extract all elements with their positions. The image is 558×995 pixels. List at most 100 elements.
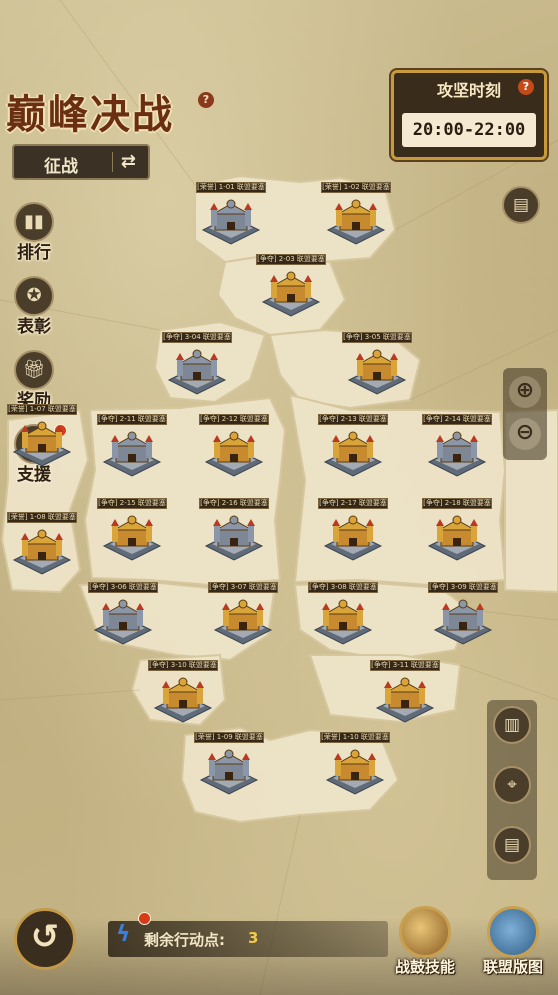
lightning-icon: ϟ: [116, 922, 131, 947]
territory-icon: [487, 906, 539, 958]
fortress-tag: [争夺] 3-05 联盟要塞: [342, 332, 412, 343]
fortress-tag: [争夺] 2-11 联盟要塞: [97, 414, 167, 425]
drum-icon: [399, 906, 451, 958]
fortress-icon: [326, 199, 386, 245]
fortress-icon: [325, 749, 385, 795]
mode-label: 征战: [44, 157, 78, 177]
siege-time-help-icon[interactable]: ?: [518, 79, 534, 95]
map-icon[interactable]: ▥: [493, 706, 531, 744]
fortress-tag: [争夺] 3-09 联盟要塞: [428, 582, 498, 593]
fortress-building[interactable]: [争夺] 3-05 联盟要塞: [340, 332, 414, 410]
fortress-tag: [荣誉] 1-10 联盟要塞: [320, 732, 390, 743]
fortress-building[interactable]: [争夺] 3-06 联盟要塞: [86, 582, 160, 660]
fortress-icon: [12, 421, 72, 467]
action-points-value: 3: [248, 929, 259, 947]
ranking-button[interactable]: ▮▮ 排行: [4, 202, 64, 272]
page-title: 巅峰决战: [6, 91, 174, 138]
honor-button[interactable]: ✪ 表彰: [4, 276, 64, 346]
fortress-building[interactable]: [荣誉] 1-08 联盟要塞: [5, 512, 79, 590]
fortress-building[interactable]: [争夺] 2-16 联盟要塞: [197, 498, 271, 576]
fortress-tag: [争夺] 2-03 联盟要塞: [256, 254, 326, 265]
notice-icon[interactable]: ▤: [502, 186, 540, 224]
fortress-tag: [争夺] 2-14 联盟要塞: [422, 414, 492, 425]
fortress-icon: [204, 431, 264, 477]
fortress-tag: [争夺] 2-12 联盟要塞: [199, 414, 269, 425]
fortress-building[interactable]: [争夺] 3-07 联盟要塞: [206, 582, 280, 660]
fortress-icon: [347, 349, 407, 395]
fortress-building[interactable]: [争夺] 2-12 联盟要塞: [197, 414, 271, 492]
fortress-icon: [93, 599, 153, 645]
action-points-label: 剩余行动点:: [144, 931, 225, 949]
fortress-icon: [204, 515, 264, 561]
medal-icon: ✪: [14, 276, 54, 316]
fortress-icon: [323, 515, 383, 561]
fortress-building[interactable]: [争夺] 2-18 联盟要塞: [420, 498, 494, 576]
back-arrow-icon[interactable]: ↺: [14, 908, 76, 970]
fortress-building[interactable]: [争夺] 2-03 联盟要塞: [254, 254, 328, 332]
fortress-building[interactable]: [荣誉] 1-02 联盟要塞: [319, 182, 393, 260]
fortress-icon: [153, 677, 213, 723]
fortress-tag: [争夺] 2-17 联盟要塞: [318, 498, 388, 509]
fortress-icon: [323, 431, 383, 477]
fortress-building[interactable]: [荣誉] 1-09 联盟要塞: [192, 732, 266, 810]
mode-toggle-button[interactable]: 征战 ⇄: [12, 144, 150, 180]
alliance-territory-button[interactable]: 联盟版图: [474, 906, 552, 986]
fortress-tag: [荣誉] 1-02 联盟要塞: [321, 182, 391, 193]
ranking-icon: ▮▮: [14, 202, 54, 242]
fortress-tag: [荣誉] 1-01 联盟要塞: [196, 182, 266, 193]
location-pin-icon[interactable]: ⌖: [493, 766, 531, 804]
zoom-out-icon[interactable]: ⊖: [509, 418, 541, 450]
fortress-tag: [争夺] 2-18 联盟要塞: [422, 498, 492, 509]
fortress-icon: [375, 677, 435, 723]
fortress-building[interactable]: [争夺] 3-08 联盟要塞: [306, 582, 380, 660]
fortress-icon: [12, 529, 72, 575]
fortress-building[interactable]: [争夺] 2-14 联盟要塞: [420, 414, 494, 492]
fortress-building[interactable]: [争夺] 2-15 联盟要塞: [95, 498, 169, 576]
alliance-territory-label: 联盟版图: [482, 958, 543, 976]
fortress-building[interactable]: [争夺] 2-13 联盟要塞: [316, 414, 390, 492]
gift-icon: 🎁︎: [14, 350, 54, 390]
notice-icon[interactable]: ▤: [493, 826, 531, 864]
fortress-tag: [争夺] 3-07 联盟要塞: [208, 582, 278, 593]
fortress-building[interactable]: [荣誉] 1-10 联盟要塞: [318, 732, 392, 810]
fortress-icon: [313, 599, 373, 645]
ranking-label: 排行: [17, 243, 51, 263]
fortress-tag: [争夺] 2-13 联盟要塞: [318, 414, 388, 425]
question-icon[interactable]: ?: [198, 92, 214, 108]
fortress-building[interactable]: [争夺] 2-17 联盟要塞: [316, 498, 390, 576]
fortress-building[interactable]: [争夺] 3-04 联盟要塞: [160, 332, 234, 410]
mode-divider: [112, 152, 113, 172]
notification-dot: [138, 912, 151, 925]
fortress-icon: [213, 599, 273, 645]
siege-time-value: 20:00-22:00: [402, 113, 536, 147]
fortress-tag: [荣誉] 1-09 联盟要塞: [194, 732, 264, 743]
fortress-building[interactable]: [争夺] 2-11 联盟要塞: [95, 414, 169, 492]
fortress-building[interactable]: [荣誉] 1-01 联盟要塞: [194, 182, 268, 260]
fortress-tag: [争夺] 3-04 联盟要塞: [162, 332, 232, 343]
fortress-building[interactable]: [争夺] 3-09 联盟要塞: [426, 582, 500, 660]
fortress-tag: [荣誉] 1-07 联盟要塞: [7, 404, 77, 415]
fortress-tag: [荣誉] 1-08 联盟要塞: [7, 512, 77, 523]
fortress-building[interactable]: [荣誉] 1-07 联盟要塞: [5, 404, 79, 482]
fortress-icon: [433, 599, 493, 645]
fortress-building[interactable]: [争夺] 3-11 联盟要塞: [368, 660, 442, 738]
fortress-building[interactable]: [争夺] 3-10 联盟要塞: [146, 660, 220, 738]
swap-arrows-icon: ⇄: [120, 151, 136, 172]
zoom-panel: ⊕ ⊖: [503, 368, 547, 460]
siege-time-panel[interactable]: 攻坚时刻 ? 20:00-22:00: [391, 70, 547, 160]
fortress-icon: [201, 199, 261, 245]
fortress-icon: [167, 349, 227, 395]
fortress-icon: [427, 515, 487, 561]
fortress-tag: [争夺] 2-15 联盟要塞: [97, 498, 167, 509]
fortress-tag: [争夺] 3-10 联盟要塞: [148, 660, 218, 671]
fortress-tag: [争夺] 3-11 联盟要塞: [370, 660, 440, 671]
fortress-icon: [261, 271, 321, 317]
honor-label: 表彰: [17, 317, 51, 337]
fortress-icon: [427, 431, 487, 477]
fortress-icon: [102, 431, 162, 477]
war-drum-skill-label: 战鼓技能: [394, 958, 455, 976]
fortress-icon: [199, 749, 259, 795]
war-drum-skill-button[interactable]: 战鼓技能: [386, 906, 464, 986]
zoom-in-icon[interactable]: ⊕: [509, 376, 541, 408]
fortress-tag: [争夺] 2-16 联盟要塞: [199, 498, 269, 509]
